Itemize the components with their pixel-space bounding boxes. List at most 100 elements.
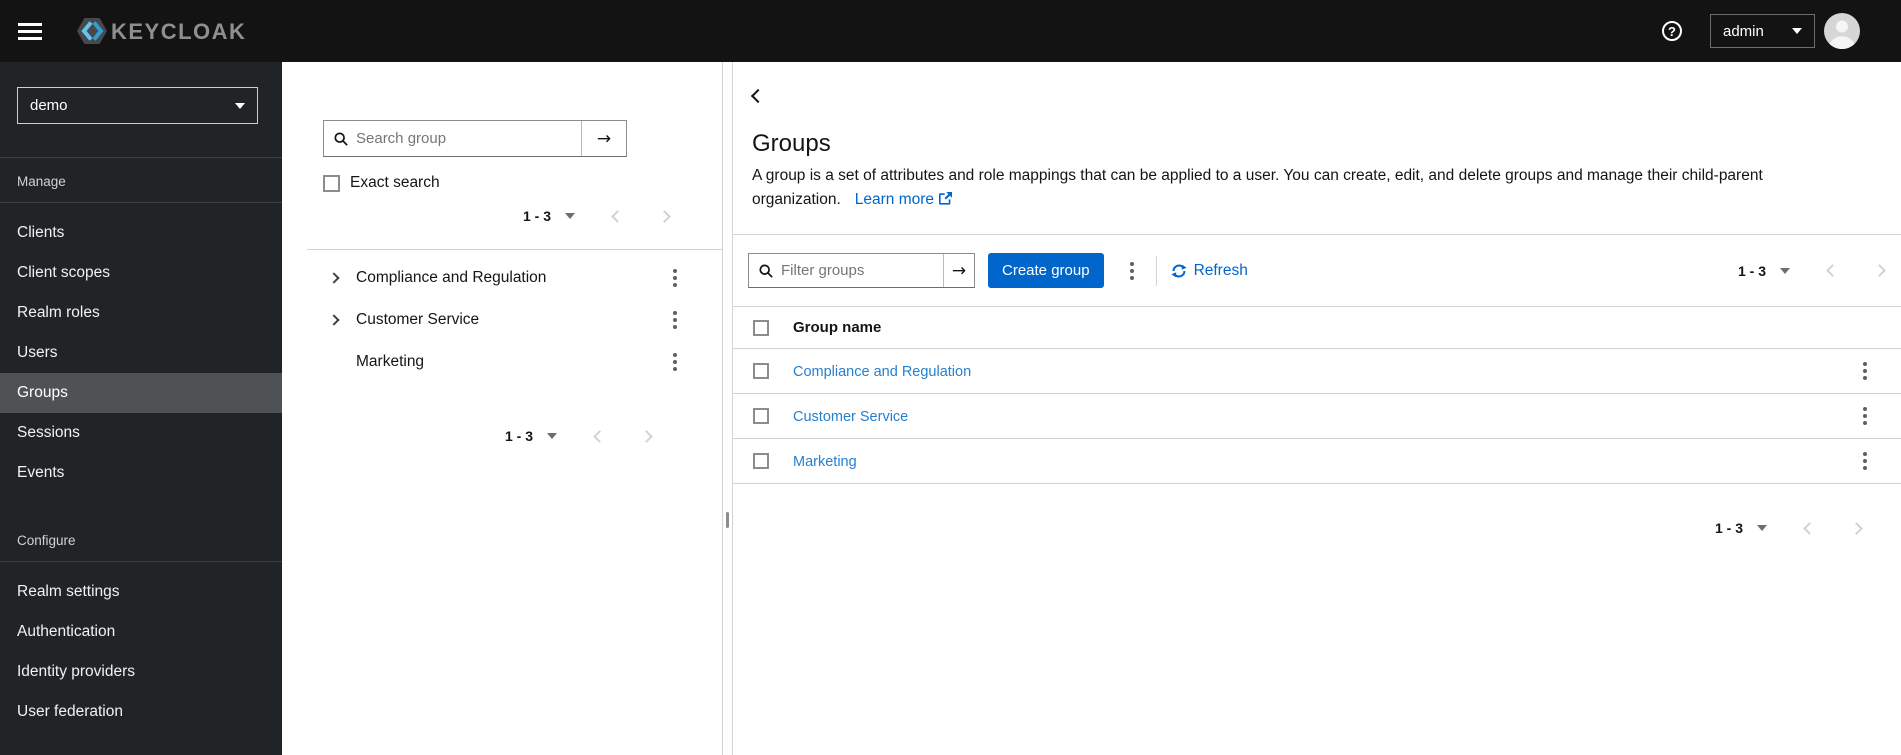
arrow-right-icon: → (596, 128, 612, 149)
chevron-down-icon (235, 102, 245, 109)
pagination-next-button[interactable] (1873, 264, 1886, 277)
pagination-prev-button[interactable] (1826, 264, 1839, 277)
hamburger-menu-icon[interactable] (18, 19, 42, 44)
row-kebab-menu-icon[interactable] (1859, 403, 1871, 429)
pagination-range: 1 - 3 (1737, 262, 1766, 279)
divider (733, 234, 1901, 235)
caret-down-icon (1780, 267, 1790, 274)
sidebar-item-realm-settings[interactable]: Realm settings (0, 572, 282, 612)
nav-section-manage: Manage (0, 158, 282, 203)
chevron-right-icon (640, 429, 653, 443)
sidebar-item-authentication[interactable]: Authentication (0, 612, 282, 652)
pagination-next-button[interactable] (1850, 521, 1863, 535)
groups-toolbar: → Create group Refresh 1 - 3 (748, 253, 1886, 288)
tree-item-customer-service[interactable]: Customer Service (282, 299, 723, 341)
group-link-customer-service[interactable]: Customer Service (793, 409, 908, 425)
tree-item-compliance-and-regulation[interactable]: Compliance and Regulation (282, 257, 723, 299)
filter-submit-button[interactable]: → (944, 254, 974, 287)
pagination-options-toggle[interactable] (545, 431, 559, 441)
pagination-range: 1 - 3 (504, 428, 533, 444)
refresh-button[interactable]: Refresh (1171, 262, 1248, 280)
kebab-menu-icon[interactable] (669, 307, 681, 333)
pagination-options-toggle[interactable] (1778, 266, 1792, 276)
external-link-icon (939, 192, 953, 205)
sidebar-nav: demo Manage Clients Client scopes Realm … (0, 62, 282, 755)
sidebar-item-client-scopes[interactable]: Client scopes (0, 253, 282, 293)
sidebar-item-groups[interactable]: Groups (0, 373, 282, 413)
panel-resize-handle[interactable] (722, 62, 733, 755)
chevron-right-icon (328, 314, 340, 326)
chevron-right-icon (658, 209, 671, 223)
select-all-checkbox[interactable] (753, 319, 769, 336)
realm-selector[interactable]: demo (17, 87, 258, 124)
pagination-prev-button[interactable] (593, 429, 606, 443)
table-pagination-bottom: 1 - 3 (1715, 520, 1863, 536)
expand-toggle[interactable] (328, 272, 346, 284)
tree-pagination-top: 1 - 3 (523, 208, 671, 224)
sidebar-item-realm-roles[interactable]: Realm roles (0, 293, 282, 333)
pagination-prev-button[interactable] (611, 209, 624, 223)
pagination-prev-button[interactable] (1803, 521, 1816, 535)
row-checkbox[interactable] (753, 363, 769, 379)
kebab-menu-icon[interactable] (669, 349, 681, 375)
sidebar-item-clients[interactable]: Clients (0, 213, 282, 253)
chevron-left-icon (611, 209, 624, 223)
chevron-right-icon (1850, 521, 1863, 535)
table-row: Customer Service (733, 394, 1901, 439)
kebab-menu-icon[interactable] (669, 265, 681, 291)
pagination-next-button[interactable] (658, 209, 671, 223)
pagination-next-button[interactable] (640, 429, 653, 443)
row-kebab-menu-icon[interactable] (1859, 358, 1871, 384)
create-group-button[interactable]: Create group (988, 253, 1104, 288)
angle-left-icon (750, 88, 766, 104)
search-icon (759, 263, 773, 278)
avatar[interactable] (1824, 13, 1860, 49)
tree-item-marketing[interactable]: Marketing (282, 341, 723, 383)
group-search-input[interactable] (356, 130, 581, 147)
sidebar-item-identity-providers[interactable]: Identity providers (0, 652, 282, 692)
row-checkbox[interactable] (753, 408, 769, 424)
toolbar-kebab-menu-icon[interactable] (1126, 258, 1138, 284)
learn-more-link[interactable]: Learn more (855, 191, 953, 208)
masthead: KEYCLOAK ? admin (0, 0, 1901, 62)
table-row: Compliance and Regulation (733, 349, 1901, 394)
exact-search-option[interactable]: Exact search (323, 174, 440, 192)
expand-toggle[interactable] (328, 314, 346, 326)
chevron-left-icon (593, 429, 606, 443)
help-icon[interactable]: ? (1662, 21, 1682, 41)
sidebar-item-user-federation[interactable]: User federation (0, 692, 282, 732)
exact-search-label: Exact search (350, 174, 440, 191)
sidebar-item-users[interactable]: Users (0, 333, 282, 373)
current-realm: demo (30, 97, 68, 114)
pagination-range: 1 - 3 (1714, 520, 1743, 536)
page-title: Groups (752, 130, 831, 157)
chevron-left-icon (1803, 521, 1816, 535)
table-header-row: Group name (733, 306, 1901, 349)
pagination-options-toggle[interactable] (563, 211, 577, 221)
sidebar-item-events[interactable]: Events (0, 453, 282, 493)
group-link-marketing[interactable]: Marketing (793, 454, 857, 470)
caret-down-icon (1757, 525, 1767, 531)
group-search-box: → (323, 120, 627, 157)
filter-groups-box: → (748, 253, 975, 288)
table-pagination-top: 1 - 3 (1738, 263, 1886, 279)
arrow-right-icon: → (951, 260, 967, 281)
groups-tree-panel: → Exact search 1 - 3 Compliance and Regu… (282, 62, 723, 755)
sidebar-item-sessions[interactable]: Sessions (0, 413, 282, 453)
row-checkbox[interactable] (753, 453, 769, 469)
row-kebab-menu-icon[interactable] (1859, 448, 1871, 474)
group-link-compliance-and-regulation[interactable]: Compliance and Regulation (793, 364, 971, 380)
back-button[interactable] (745, 85, 771, 107)
tree-pagination-bottom: 1 - 3 (505, 428, 653, 444)
filter-groups-input[interactable] (781, 262, 943, 279)
exact-search-checkbox[interactable] (323, 174, 340, 192)
pagination-options-toggle[interactable] (1755, 523, 1769, 533)
pagination-range: 1 - 3 (522, 208, 551, 224)
groups-page: Groups A group is a set of attributes an… (733, 62, 1901, 755)
search-submit-button[interactable]: → (582, 121, 626, 156)
brand-text: KEYCLOAK (111, 19, 246, 44)
search-icon (334, 131, 348, 146)
divider (1155, 255, 1157, 286)
groups-table: Group name Compliance and Regulation Cus… (733, 306, 1901, 484)
user-dropdown[interactable]: admin (1710, 14, 1815, 48)
